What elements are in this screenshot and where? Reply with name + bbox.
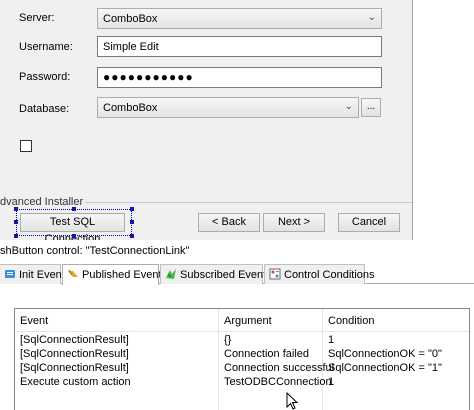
selection-handle[interactable] bbox=[14, 234, 18, 238]
condition-cell: 1 bbox=[328, 334, 335, 346]
database-browse-button[interactable]: ... bbox=[361, 98, 381, 117]
tab-init-events[interactable]: Init Events bbox=[0, 264, 70, 284]
password-field-value: ●●●●●●●●●●● bbox=[103, 70, 194, 84]
selection-handle[interactable] bbox=[130, 220, 134, 224]
tab-control-conditions[interactable]: Control Conditions bbox=[264, 264, 375, 284]
selection-handle[interactable] bbox=[14, 220, 18, 224]
events-table: Event Argument Condition [SqlConnectionR… bbox=[14, 308, 470, 410]
username-field-value: Simple Edit bbox=[103, 41, 159, 53]
condition-cell: SqlConnectionOK = "1" bbox=[328, 362, 442, 374]
column-header-event[interactable]: Event bbox=[20, 315, 48, 327]
published-events-icon bbox=[68, 269, 78, 277]
chevron-down-icon: ⌄ bbox=[367, 12, 376, 23]
condition-cell: SqlConnectionOK = "0" bbox=[328, 348, 442, 360]
argument-cell: {} bbox=[224, 334, 232, 346]
password-field[interactable]: ●●●●●●●●●●● bbox=[97, 67, 382, 88]
chevron-down-icon: ⌄ bbox=[344, 101, 353, 112]
control-title: shButton control: "TestConnectionLink" bbox=[0, 245, 190, 257]
database-combobox-value: ComboBox bbox=[103, 102, 158, 114]
password-label: Password: bbox=[19, 71, 71, 83]
checkbox[interactable] bbox=[20, 140, 32, 152]
tab-label: Subscribed Events bbox=[180, 269, 272, 281]
control-conditions-icon bbox=[269, 268, 281, 280]
tab-label: Control Conditions bbox=[284, 269, 375, 281]
subscribed-events-icon bbox=[166, 269, 176, 279]
selection-handle[interactable] bbox=[130, 234, 134, 238]
events-tabs: Init Events Published Events Subscribed … bbox=[0, 264, 474, 285]
selection-handle[interactable] bbox=[72, 207, 76, 211]
header-divider bbox=[15, 331, 469, 332]
event-cell: [SqlConnectionResult] bbox=[20, 348, 129, 360]
cancel-button[interactable]: Cancel bbox=[338, 213, 400, 232]
event-cell: [SqlConnectionResult] bbox=[20, 334, 129, 346]
tab-subscribed-events[interactable]: Subscribed Events bbox=[160, 264, 272, 284]
condition-cell: 1 bbox=[328, 376, 335, 388]
selection-handle[interactable] bbox=[130, 207, 134, 211]
tab-label: Published Events bbox=[82, 269, 167, 281]
argument-cell: Connection successful bbox=[224, 362, 335, 374]
database-label: Database: bbox=[19, 103, 70, 115]
server-label: Server: bbox=[19, 12, 55, 24]
mouse-cursor-icon bbox=[286, 392, 298, 410]
database-combobox[interactable]: ComboBox ⌄ bbox=[97, 97, 359, 118]
argument-cell: TestODBCConnection bbox=[224, 376, 332, 388]
selection-handle[interactable] bbox=[72, 234, 76, 238]
column-header-argument[interactable]: Argument bbox=[224, 315, 272, 327]
group-divider bbox=[58, 202, 412, 203]
selection-handle[interactable] bbox=[14, 207, 18, 211]
dialog-preview: Server: ComboBox ⌄ Username: Simple Edit… bbox=[0, 0, 413, 245]
column-header-condition[interactable]: Condition bbox=[328, 315, 374, 327]
back-button[interactable]: < Back bbox=[198, 213, 260, 232]
username-field[interactable]: Simple Edit bbox=[97, 36, 382, 57]
argument-cell: Connection failed bbox=[224, 348, 310, 360]
event-cell: Execute custom action bbox=[20, 376, 131, 388]
tab-published-events[interactable]: Published Events bbox=[62, 264, 167, 285]
username-label: Username: bbox=[19, 41, 73, 53]
init-events-icon bbox=[5, 270, 15, 278]
server-combobox[interactable]: ComboBox ⌄ bbox=[97, 8, 382, 29]
selection-outline bbox=[16, 209, 132, 236]
server-combobox-value: ComboBox bbox=[103, 13, 158, 25]
next-button[interactable]: Next > bbox=[263, 213, 325, 232]
event-cell: [SqlConnectionResult] bbox=[20, 362, 129, 374]
